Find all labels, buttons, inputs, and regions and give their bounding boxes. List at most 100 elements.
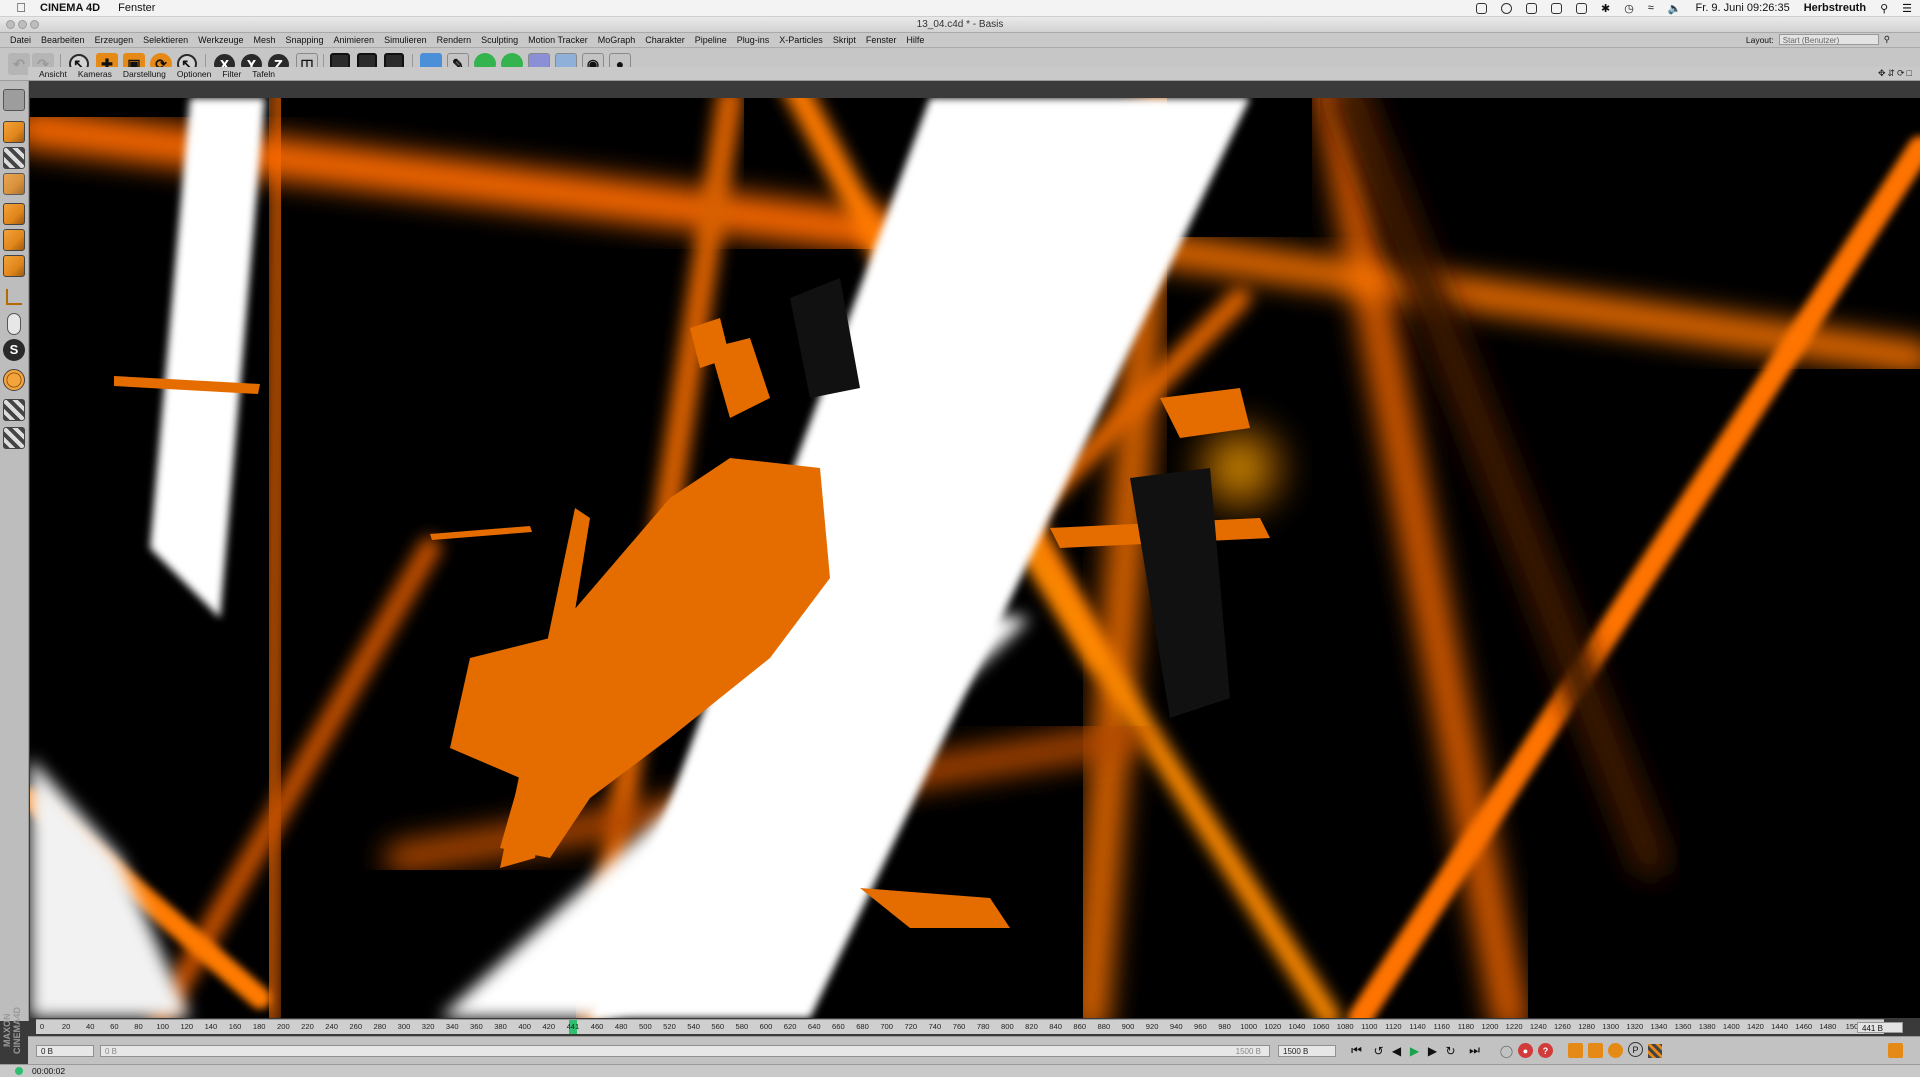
- timeline-tick: 1420: [1747, 1022, 1764, 1031]
- mac-status-area: ✱ ◷ ≈ 🔈 Fr. 9. Juni 09:26:35 Herbstreuth…: [1475, 0, 1912, 16]
- viewport-menu-darstellung[interactable]: Darstellung: [123, 69, 166, 79]
- menu-fenster[interactable]: Fenster: [866, 35, 897, 45]
- workplane-lock-icon[interactable]: [3, 399, 25, 421]
- menu-datei[interactable]: Datei: [10, 35, 31, 45]
- range-start-field: 0 B: [105, 1047, 118, 1056]
- cloud-icon[interactable]: [1500, 2, 1512, 14]
- status-indicator: [15, 1067, 23, 1075]
- axis-mode-icon[interactable]: [6, 289, 22, 305]
- points-mode-icon[interactable]: [3, 203, 25, 225]
- timeline-tick: 1340: [1650, 1022, 1668, 1031]
- notification-center-icon[interactable]: ☰: [1902, 2, 1912, 15]
- dropbox-icon[interactable]: [1525, 2, 1537, 14]
- previous-frame-icon[interactable]: ◀: [1388, 1042, 1405, 1059]
- viewport-menu-kameras[interactable]: Kameras: [78, 69, 112, 79]
- mac-datetime[interactable]: Fr. 9. Juni 09:26:35: [1696, 2, 1790, 14]
- texture-mode-icon[interactable]: [3, 147, 25, 169]
- menu-pipeline[interactable]: Pipeline: [695, 35, 727, 45]
- solo-icon[interactable]: [3, 427, 25, 449]
- spotlight-search-icon[interactable]: ⚲: [1880, 2, 1888, 15]
- current-frame-field[interactable]: 441 B: [1857, 1022, 1903, 1033]
- menu-x-particles[interactable]: X-Particles: [779, 35, 823, 45]
- menu-bearbeiten[interactable]: Bearbeiten: [41, 35, 85, 45]
- workplane-mode-icon[interactable]: [3, 173, 25, 195]
- menu-erzeugen[interactable]: Erzeugen: [95, 35, 134, 45]
- menu-simulieren[interactable]: Simulieren: [384, 35, 427, 45]
- viewport-navigation-icons[interactable]: ✥⇵⟳□: [1878, 68, 1914, 79]
- minimize-window-button[interactable]: [18, 20, 27, 29]
- keyframe-selection-icon[interactable]: ?: [1538, 1043, 1553, 1058]
- start-frame-field[interactable]: 0 B: [36, 1045, 94, 1057]
- mac-menu-fenster[interactable]: Fenster: [118, 2, 155, 14]
- point-level-animation-icon[interactable]: [1648, 1044, 1662, 1058]
- mac-user[interactable]: Herbstreuth: [1804, 2, 1866, 14]
- range-slider[interactable]: 0 B 1500 B: [100, 1045, 1270, 1057]
- timeline-tick: 640: [807, 1022, 821, 1031]
- timeline-tick: 540: [687, 1022, 700, 1031]
- viewport-menu-filter[interactable]: Filter: [222, 69, 241, 79]
- close-window-button[interactable]: [6, 20, 15, 29]
- display-icon[interactable]: [1575, 2, 1587, 14]
- volume-icon[interactable]: 🔈: [1668, 2, 1682, 15]
- menu-hilfe[interactable]: Hilfe: [906, 35, 924, 45]
- menu-charakter[interactable]: Charakter: [645, 35, 685, 45]
- timeline-ruler[interactable]: 0 20 40 60 80 100 120 140 160 180 200 220 240 260 280 3…: [36, 1019, 1884, 1034]
- timeline-tick: 0: [39, 1022, 45, 1031]
- play-forward-icon[interactable]: ▶: [1406, 1042, 1423, 1059]
- timeline-tick: 860: [1073, 1022, 1087, 1031]
- menu-skript[interactable]: Skript: [833, 35, 856, 45]
- timeline-tick: 220: [301, 1022, 314, 1031]
- end-frame-field[interactable]: 1500 B: [1278, 1045, 1336, 1057]
- menu-snapping[interactable]: Snapping: [286, 35, 324, 45]
- record-keys-icon[interactable]: ◯: [1498, 1042, 1515, 1059]
- timeline-tick: 1080: [1336, 1022, 1354, 1031]
- tweak-mode-icon[interactable]: [7, 313, 21, 335]
- menu-werkzeuge[interactable]: Werkzeuge: [198, 35, 243, 45]
- status-bar: 00:00:02: [0, 1064, 1920, 1077]
- autokeying-icon[interactable]: ●: [1518, 1043, 1533, 1058]
- timeline-menu-icon[interactable]: [1888, 1043, 1903, 1058]
- shield-icon[interactable]: [1550, 2, 1562, 14]
- search-icon[interactable]: ⚲: [1884, 34, 1890, 45]
- snap-icon[interactable]: S: [3, 339, 25, 361]
- undo-icon[interactable]: ↶: [8, 53, 30, 75]
- viewport-menu-optionen[interactable]: Optionen: [177, 69, 212, 79]
- timeline-tick: 960: [1194, 1022, 1207, 1031]
- layout-dropdown[interactable]: Start (Benutzer): [1778, 34, 1879, 45]
- polygons-mode-icon[interactable]: [3, 255, 25, 277]
- make-editable-icon[interactable]: [3, 89, 25, 111]
- go-to-end-icon[interactable]: ⏭: [1466, 1042, 1483, 1059]
- next-key-icon[interactable]: ↻: [1442, 1042, 1459, 1059]
- scale-key-icon[interactable]: [1588, 1043, 1603, 1058]
- 3d-viewport[interactable]: [30, 98, 1920, 1018]
- timeline-tick: 460: [590, 1022, 604, 1031]
- rotation-key-icon[interactable]: [1608, 1043, 1623, 1058]
- menu-motion-tracker[interactable]: Motion Tracker: [528, 35, 588, 45]
- model-mode-icon[interactable]: [3, 121, 25, 143]
- timeline-tick: 1260: [1553, 1022, 1571, 1031]
- macos-menu-bar:  CINEMA 4D Fenster ✱ ◷ ≈ 🔈 Fr. 9. Juni …: [0, 0, 1920, 17]
- check-icon[interactable]: [1475, 2, 1487, 14]
- menu-rendern[interactable]: Rendern: [437, 35, 472, 45]
- menu-sculpting[interactable]: Sculpting: [481, 35, 518, 45]
- go-to-start-icon[interactable]: ⏮: [1348, 1042, 1365, 1059]
- menu-animieren[interactable]: Animieren: [334, 35, 375, 45]
- magnet-icon[interactable]: [3, 369, 25, 391]
- menu-plug-ins[interactable]: Plug-ins: [737, 35, 770, 45]
- previous-key-icon[interactable]: ↺: [1370, 1042, 1387, 1059]
- time-machine-icon[interactable]: ◷: [1624, 2, 1634, 15]
- next-frame-icon[interactable]: ▶: [1424, 1042, 1441, 1059]
- menu-selektieren[interactable]: Selektieren: [143, 35, 188, 45]
- edges-mode-icon[interactable]: [3, 229, 25, 251]
- zoom-window-button[interactable]: [30, 20, 39, 29]
- parameter-key-icon[interactable]: P: [1628, 1042, 1643, 1057]
- menu-mograph[interactable]: MoGraph: [598, 35, 636, 45]
- apple-icon[interactable]: : [14, 1, 28, 15]
- viewport-menu-ansicht[interactable]: Ansicht: [39, 69, 67, 79]
- menu-mesh[interactable]: Mesh: [253, 35, 275, 45]
- wifi-icon[interactable]: ≈: [1648, 2, 1654, 14]
- bluetooth-icon[interactable]: ✱: [1601, 2, 1610, 15]
- mac-app-name[interactable]: CINEMA 4D: [40, 2, 100, 14]
- viewport-menu-tafeln[interactable]: Tafeln: [252, 69, 275, 79]
- position-key-icon[interactable]: [1568, 1043, 1583, 1058]
